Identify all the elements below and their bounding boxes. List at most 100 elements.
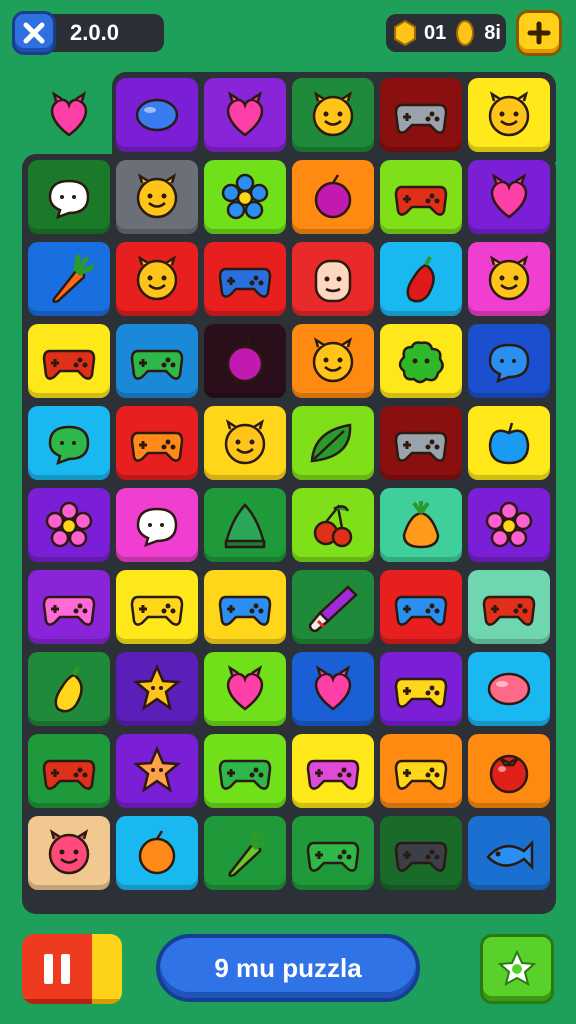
- tile[interactable]: [380, 78, 462, 152]
- tile[interactable]: [116, 242, 198, 316]
- balloon-icon: [487, 672, 531, 706]
- tile[interactable]: [116, 652, 198, 726]
- pause-button[interactable]: [22, 934, 122, 1004]
- tile[interactable]: [380, 242, 462, 316]
- tile[interactable]: [468, 324, 550, 398]
- tile[interactable]: [468, 570, 550, 644]
- tile[interactable]: [380, 406, 462, 480]
- gamepad-icon: [42, 349, 96, 380]
- puzzle-button[interactable]: 9 mu puzzla: [156, 934, 420, 1002]
- bubble-icon: [136, 507, 178, 548]
- tile[interactable]: [380, 652, 462, 726]
- tile[interactable]: [28, 488, 110, 562]
- flower-icon: [45, 501, 93, 548]
- tile[interactable]: [116, 324, 198, 398]
- close-button[interactable]: [12, 11, 56, 55]
- tile[interactable]: [204, 488, 286, 562]
- tile[interactable]: [292, 816, 374, 890]
- tile[interactable]: [28, 652, 110, 726]
- gamepad-icon: [394, 841, 448, 872]
- gamepad-icon: [130, 349, 184, 380]
- tile[interactable]: [116, 816, 198, 890]
- heart-icon: [226, 91, 264, 137]
- tile[interactable]: [468, 406, 550, 480]
- plus-icon: [527, 21, 551, 45]
- tile[interactable]: [292, 160, 374, 234]
- pause-icon: [44, 954, 70, 984]
- tile[interactable]: [204, 78, 286, 152]
- pepper-icon: [54, 666, 83, 713]
- heart-icon: [50, 91, 88, 137]
- coin-icon: [450, 18, 480, 48]
- leaf-icon: [310, 423, 352, 463]
- tile[interactable]: [380, 488, 462, 562]
- tile[interactable]: [468, 652, 550, 726]
- tile[interactable]: [116, 488, 198, 562]
- tile[interactable]: [116, 406, 198, 480]
- tile[interactable]: [292, 324, 374, 398]
- star-icon: [132, 663, 182, 711]
- tile[interactable]: [380, 570, 462, 644]
- pear-icon: [402, 501, 440, 549]
- tile[interactable]: [28, 570, 110, 644]
- tile[interactable]: [292, 488, 374, 562]
- gamepad-icon: [394, 595, 448, 626]
- tile[interactable]: [380, 160, 462, 234]
- smiley-icon: [48, 829, 90, 875]
- tile[interactable]: [204, 324, 286, 398]
- flower-icon: [485, 501, 533, 548]
- tile[interactable]: [468, 160, 550, 234]
- smiley-icon: [224, 419, 266, 465]
- close-icon: [23, 22, 45, 44]
- tile[interactable]: [292, 78, 374, 152]
- tile[interactable]: [204, 816, 286, 890]
- tile[interactable]: [292, 242, 374, 316]
- tile[interactable]: [204, 406, 286, 480]
- face-icon: [314, 259, 352, 303]
- blob-icon: [398, 341, 444, 384]
- tile[interactable]: [28, 816, 110, 890]
- tile[interactable]: [468, 78, 550, 152]
- tile[interactable]: [116, 78, 198, 152]
- star-badge-icon: [497, 949, 537, 986]
- tile[interactable]: [116, 734, 198, 808]
- tile[interactable]: [380, 816, 462, 890]
- tile[interactable]: [28, 242, 110, 316]
- tile[interactable]: [292, 734, 374, 808]
- tile[interactable]: [468, 488, 550, 562]
- tile[interactable]: [292, 652, 374, 726]
- gamepad-icon: [218, 759, 272, 790]
- tile[interactable]: [468, 816, 550, 890]
- gamepad-icon: [394, 431, 448, 462]
- gamepad-icon: [42, 759, 96, 790]
- berry-icon: [138, 830, 176, 875]
- cherry-icon: [313, 504, 353, 548]
- star-icon: [132, 745, 182, 793]
- flower-icon: [221, 173, 269, 220]
- tile[interactable]: [204, 160, 286, 234]
- star-button[interactable]: [480, 934, 554, 1004]
- tile[interactable]: [468, 242, 550, 316]
- tile[interactable]: [28, 734, 110, 808]
- tile[interactable]: [380, 324, 462, 398]
- add-coins-button[interactable]: [516, 10, 562, 56]
- tile[interactable]: [204, 734, 286, 808]
- tile[interactable]: [28, 160, 110, 234]
- tile[interactable]: [28, 406, 110, 480]
- tile[interactable]: [204, 652, 286, 726]
- tile[interactable]: [380, 734, 462, 808]
- pepper-icon: [406, 256, 435, 303]
- tile[interactable]: [116, 160, 198, 234]
- tile[interactable]: [292, 406, 374, 480]
- tile[interactable]: [28, 78, 110, 152]
- tile[interactable]: [468, 734, 550, 808]
- tile[interactable]: [204, 242, 286, 316]
- coin-count-b: 8i: [484, 21, 501, 44]
- tile[interactable]: [292, 570, 374, 644]
- version-label: 2.0.0: [70, 20, 119, 45]
- tile[interactable]: [116, 570, 198, 644]
- hud-version-panel: 2.0.0: [12, 11, 164, 55]
- smiley-icon: [312, 91, 354, 137]
- tile[interactable]: [28, 324, 110, 398]
- tile[interactable]: [204, 570, 286, 644]
